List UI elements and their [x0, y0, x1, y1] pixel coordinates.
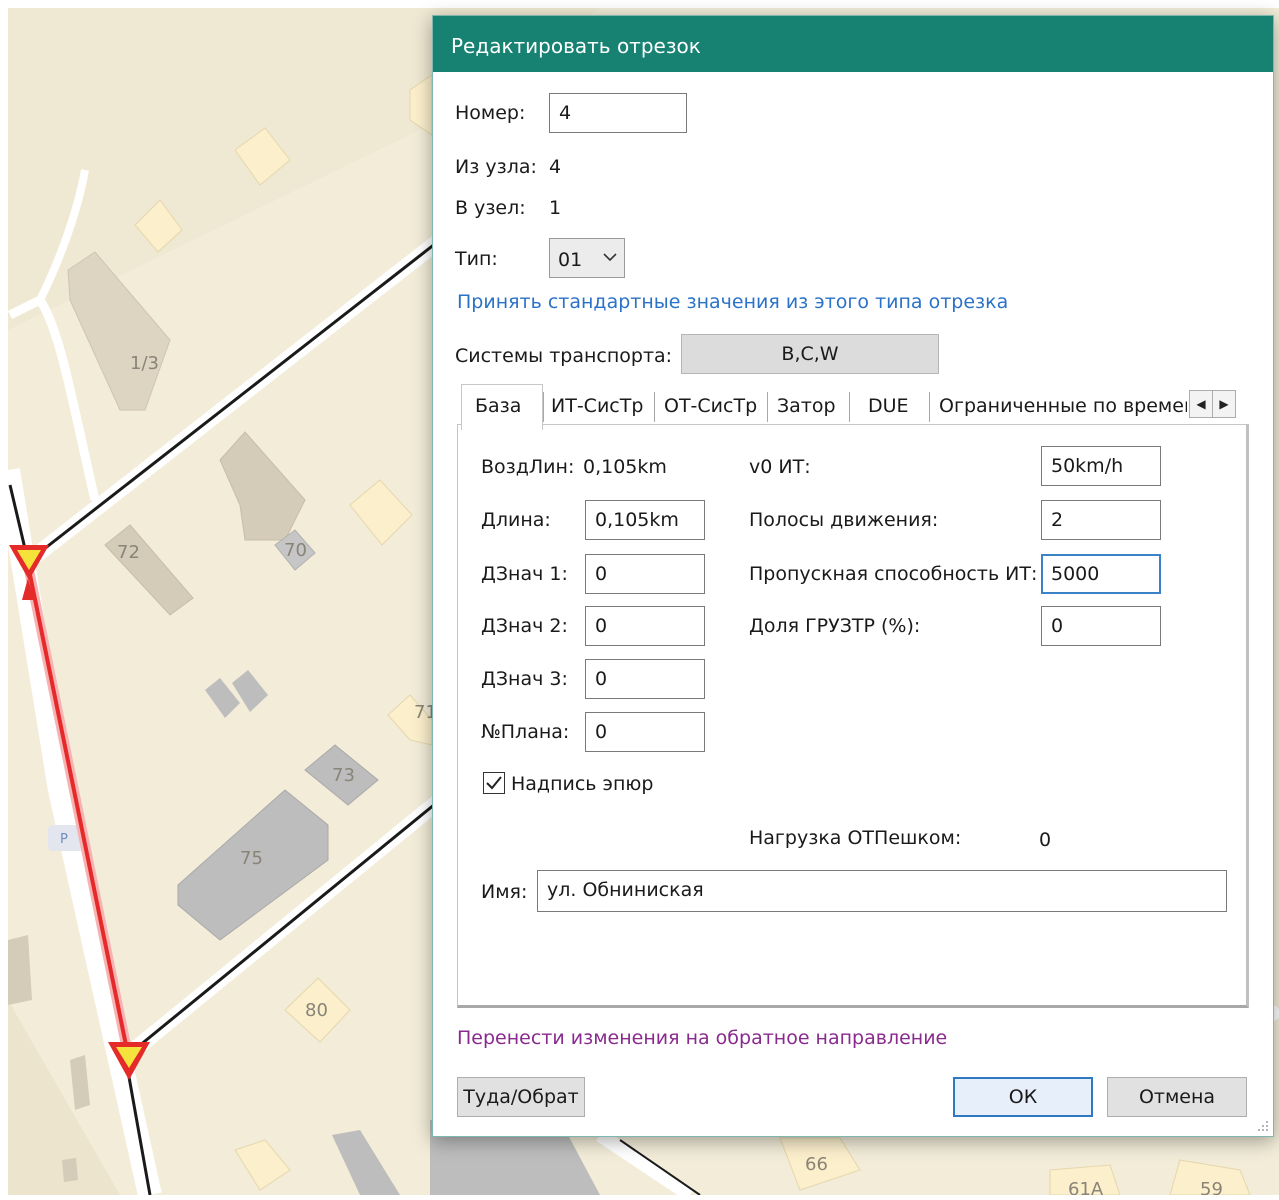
- to-node-label: В узел:: [455, 197, 526, 219]
- tab-scroll-left-icon[interactable]: ◀: [1189, 390, 1213, 418]
- name-input[interactable]: ул. Обниниская: [537, 870, 1227, 912]
- map-label-73: 73: [332, 765, 355, 786]
- pedestrian-load-value: 0: [1039, 829, 1052, 851]
- dval3-input[interactable]: 0: [585, 659, 705, 699]
- map-label-61a: 61А: [1068, 1179, 1104, 1195]
- map-label-70: 70: [284, 540, 307, 561]
- tab-divider: [543, 392, 544, 422]
- parking-label: P: [60, 832, 68, 847]
- dval2-input[interactable]: 0: [585, 606, 705, 646]
- v0-label: v0 ИТ:: [749, 456, 811, 478]
- map-label-66: 66: [805, 1154, 828, 1175]
- dialog-titlebar[interactable]: Редактировать отрезок: [433, 16, 1273, 72]
- type-select[interactable]: 01: [549, 238, 625, 278]
- transfer-reverse-link[interactable]: Перенести изменения на обратное направле…: [457, 1027, 947, 1049]
- checkmark-icon: [486, 776, 502, 790]
- map-label-80: 80: [305, 1000, 328, 1021]
- tab-congestion[interactable]: Затор: [777, 388, 836, 424]
- name-label: Имя:: [481, 881, 528, 903]
- tab-due[interactable]: DUE: [868, 388, 909, 424]
- map-label-1-3: 1/3: [130, 353, 159, 374]
- air-length-value: 0,105km: [583, 456, 667, 478]
- capacity-label: Пропускная способность ИТ:: [749, 563, 1038, 585]
- from-node-value: 4: [549, 156, 562, 178]
- number-label: Номер:: [455, 102, 526, 124]
- dval1-input[interactable]: 0: [585, 554, 705, 594]
- transport-systems-button[interactable]: B,C,W: [681, 334, 939, 374]
- capacity-input[interactable]: 5000: [1041, 554, 1161, 594]
- tab-ot-systems[interactable]: ОТ-СисТр: [664, 388, 757, 424]
- tab-it-systems[interactable]: ИТ-СисТр: [551, 388, 643, 424]
- tab-time-restricted[interactable]: Ограниченные по времен: [939, 388, 1187, 424]
- air-length-label: ВоздЛин:: [481, 456, 575, 478]
- dialog-title: Редактировать отрезок: [451, 34, 701, 58]
- dval2-label: ДЗнач 2:: [481, 615, 568, 637]
- v0-input[interactable]: 50km/h: [1041, 446, 1161, 486]
- lanes-label: Полосы движения:: [749, 509, 939, 531]
- freight-share-input[interactable]: 0: [1041, 606, 1161, 646]
- tab-divider: [654, 392, 655, 422]
- dval1-label: ДЗнач 1:: [481, 563, 568, 585]
- from-node-label: Из узла:: [455, 156, 537, 178]
- map-label-59: 59: [1200, 1179, 1223, 1195]
- plan-number-input[interactable]: 0: [585, 712, 705, 752]
- plan-number-label: №Плана:: [481, 721, 570, 743]
- length-label: Длина:: [481, 509, 551, 531]
- lanes-input[interactable]: 2: [1041, 500, 1161, 540]
- number-input[interactable]: 4: [549, 93, 687, 133]
- diagram-label-checkbox[interactable]: [483, 772, 505, 794]
- map-label-75: 75: [240, 848, 263, 869]
- tab-divider: [929, 392, 930, 422]
- accept-defaults-link[interactable]: Принять стандартные значения из этого ти…: [457, 291, 1008, 313]
- dval3-label: ДЗнач 3:: [481, 668, 568, 690]
- tab-base[interactable]: База: [475, 388, 521, 424]
- transport-systems-label: Системы транспорта:: [455, 345, 673, 367]
- chevron-down-icon: [603, 253, 617, 262]
- there-back-button[interactable]: Туда/Обрат: [457, 1077, 585, 1117]
- type-label: Тип:: [455, 248, 498, 270]
- tab-divider: [767, 392, 768, 422]
- edit-link-dialog: Редактировать отрезок Номер: 4 Из узла: …: [432, 15, 1274, 1137]
- diagram-label-text[interactable]: Надпись эпюр: [511, 773, 653, 795]
- ok-button[interactable]: ОК: [953, 1077, 1093, 1117]
- length-input[interactable]: 0,105km: [585, 500, 705, 540]
- resize-grip-icon[interactable]: [1255, 1118, 1269, 1132]
- freight-share-label: Доля ГРУЗТР (%):: [749, 615, 921, 637]
- type-select-value: 01: [558, 249, 583, 271]
- pedestrian-load-label: Нагрузка ОТПешком:: [749, 827, 962, 849]
- cancel-button[interactable]: Отмена: [1107, 1077, 1247, 1117]
- tab-divider: [849, 392, 850, 422]
- tab-scroll-right-icon[interactable]: ▶: [1212, 390, 1236, 418]
- map-label-72: 72: [117, 542, 140, 563]
- to-node-value: 1: [549, 197, 562, 219]
